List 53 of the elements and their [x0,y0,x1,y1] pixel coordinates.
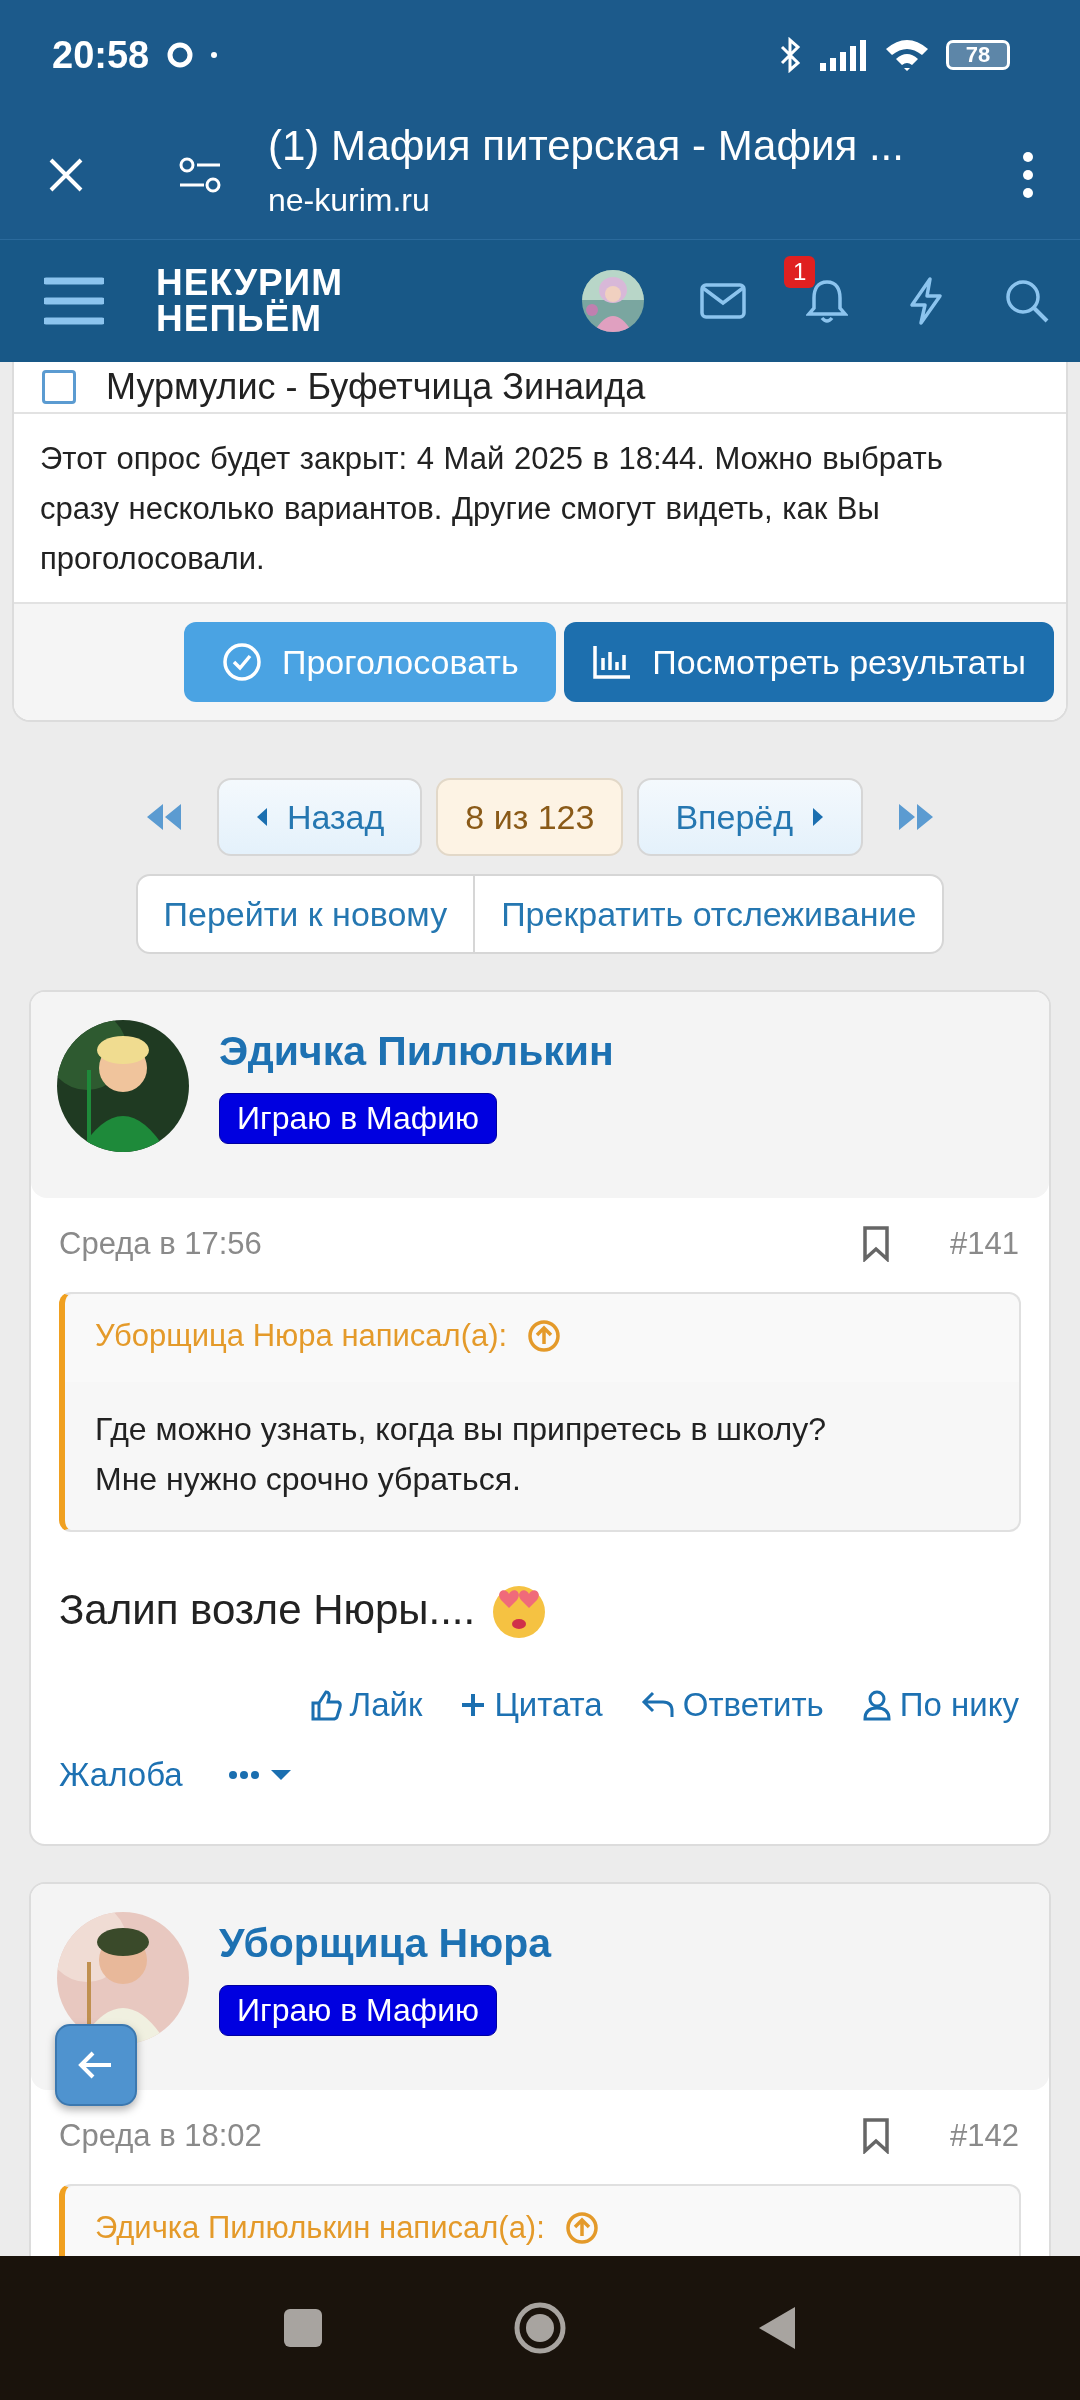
reply-arrow-icon [640,1690,675,1720]
notification-badge: 1 [784,256,816,288]
user-icon [861,1689,892,1721]
mail-icon[interactable] [700,283,746,319]
user-title-tag: Играю в Мафию [219,1985,498,2036]
reply-button[interactable]: Ответить [640,1686,824,1724]
search-icon[interactable] [1004,278,1050,324]
clock-time: 20:58 [52,33,150,77]
home-icon[interactable] [513,2301,567,2355]
site-settings-icon[interactable] [178,155,222,194]
thread-action-button[interactable]: Перейти к новому [135,874,475,954]
back-button[interactable] [55,2024,137,2106]
bookmark-icon[interactable] [862,1226,891,1262]
signal-icon [820,39,868,71]
checkbox[interactable] [42,370,76,404]
user-title-tag: Играю в Мафию [219,1093,498,1144]
vote-button[interactable]: Проголосовать [184,622,557,702]
menu-icon[interactable] [1022,150,1034,199]
page-title: (1) Мафия питерская - Мафия ... [268,122,905,170]
bell-icon[interactable] [806,278,848,324]
user-button[interactable]: По нику [861,1686,1019,1724]
thumbs-up-icon [309,1689,342,1721]
post-date[interactable]: Среда в 18:02 [59,2118,262,2154]
bookmark-icon[interactable] [862,2118,891,2154]
bar-chart-icon [592,644,633,680]
page-indicator: 8 из 123 [436,778,624,856]
post-number[interactable]: #141 [950,1226,1019,1262]
poll-option-label[interactable]: Мурмулис - Буфетчица Зинаида [106,366,646,408]
next-page-button[interactable]: Вперёд [637,778,864,856]
plus-icon [460,1692,487,1718]
previous-page-button[interactable]: Назад [216,778,423,856]
report-link[interactable]: Жалоба [59,1756,183,1794]
site-logo-text[interactable]: НЕПЬЁМ [156,301,343,337]
wifi-icon [884,37,930,73]
post-date[interactable]: Среда в 17:56 [59,1226,262,1262]
dot-icon [211,52,218,58]
battery-icon: 78 [946,40,1010,70]
author-name[interactable]: Уборщица Нюра [219,1920,552,1967]
author-name[interactable]: Эдичка Пилюлькин [219,1028,614,1075]
like-button[interactable]: Лайк [309,1686,423,1724]
thread-action-button[interactable]: Прекратить отслеживание [474,874,945,954]
back-icon[interactable] [757,2305,797,2351]
lightning-icon[interactable] [908,277,944,325]
recents-icon[interactable] [283,2308,323,2348]
menu-icon[interactable] [44,276,104,326]
quote-text: Где можно узнать, когда вы припретесь в школу? Мне нужно срочно убраться. [94,1410,827,1499]
quote-button[interactable]: Цитата [460,1686,603,1724]
results-button[interactable]: Посмотреть результаты [564,622,1054,702]
page-url: ne-kurim.ru [268,182,431,219]
poll-note: Этот опрос будет закрыт: 4 Май 2025 в 18:44. Можно выбрать сразу несколько вариантов. Другие смогут видеть, как Вы проголосовали. [39,440,944,578]
post-text: Залип возле Нюры.... [59,1586,476,1634]
post-number[interactable]: #142 [950,2118,1019,2154]
check-circle-icon [222,642,262,682]
